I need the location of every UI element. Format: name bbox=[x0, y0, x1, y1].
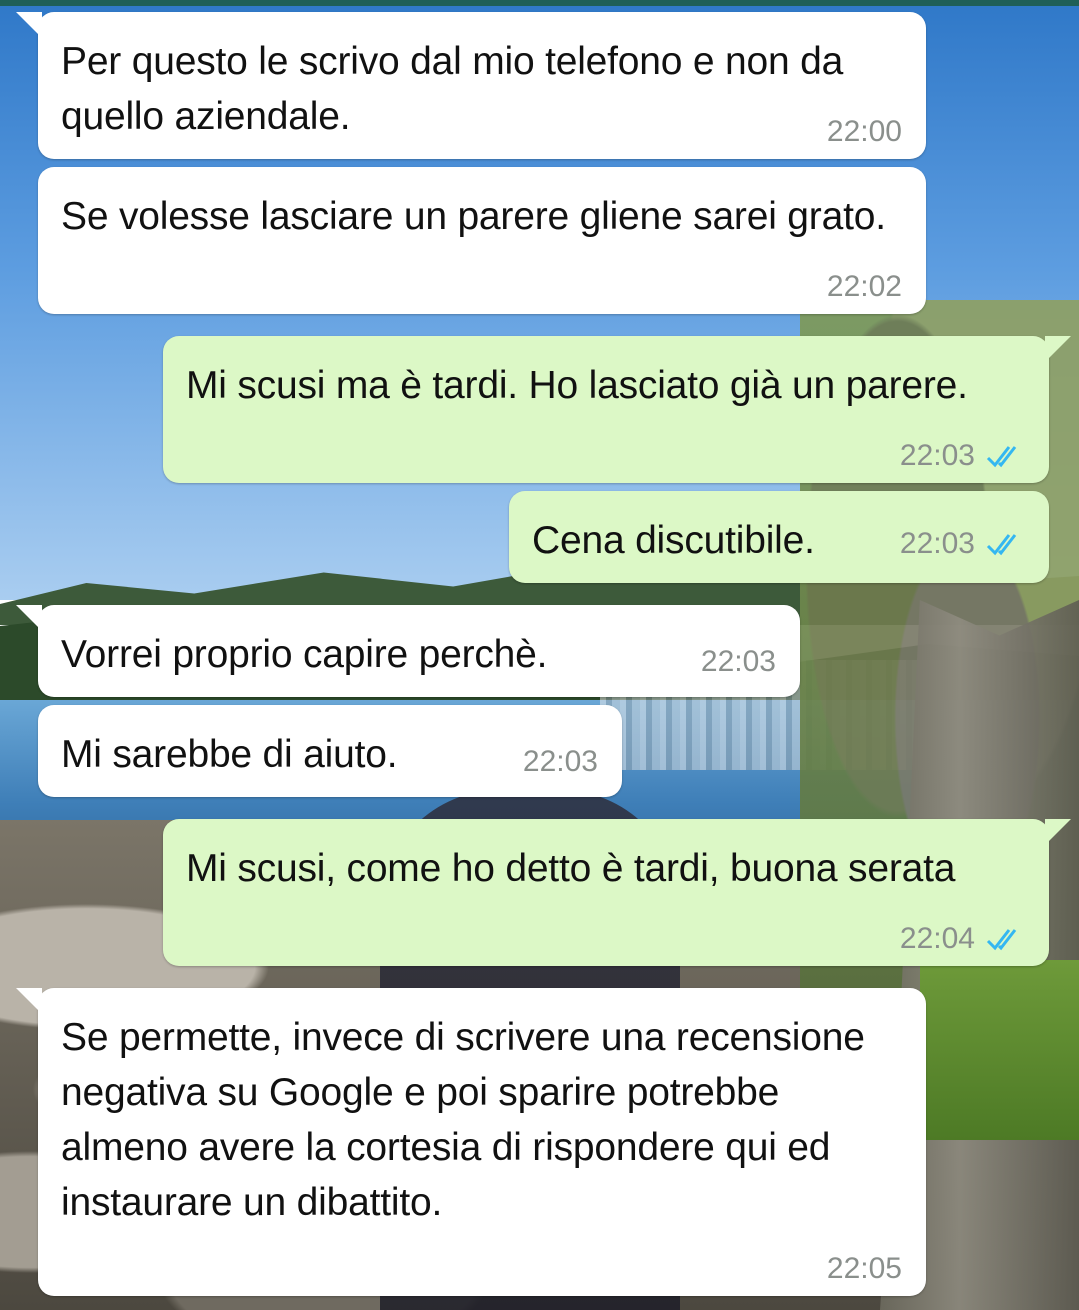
message-bubble-incoming[interactable]: Se permette, invece di scrivere una rece… bbox=[16, 988, 926, 1296]
message-text: Mi scusi, come ho detto è tardi, buona s… bbox=[186, 847, 956, 890]
message-text: Mi sarebbe di aiuto. bbox=[61, 733, 398, 776]
message-text: Per questo le scrivo dal mio telefono e … bbox=[61, 40, 844, 138]
message-text: Se volesse lasciare un parere gliene sar… bbox=[61, 195, 886, 238]
message-bubble-outgoing[interactable]: Cena discutibile. 22:03 bbox=[509, 491, 1049, 583]
message-bubble-incoming[interactable]: Mi sarebbe di aiuto. 22:03 bbox=[38, 705, 622, 797]
message-text: Se permette, invece di scrivere una rece… bbox=[61, 1016, 865, 1224]
message-timestamp: 22:04 bbox=[899, 922, 975, 955]
message-timestamp: 22:03 bbox=[899, 527, 975, 560]
double-check-icon bbox=[985, 443, 1025, 469]
message-timestamp: 22:03 bbox=[700, 645, 776, 678]
message-timestamp: 22:03 bbox=[522, 745, 598, 778]
message-timestamp: 22:02 bbox=[826, 270, 902, 303]
message-text: Vorrei proprio capire perchè. bbox=[61, 633, 548, 676]
message-timestamp: 22:05 bbox=[826, 1252, 902, 1285]
message-bubble-outgoing[interactable]: Mi scusi, come ho detto è tardi, buona s… bbox=[163, 819, 1071, 966]
double-check-icon bbox=[985, 531, 1025, 557]
double-check-icon bbox=[985, 926, 1025, 952]
message-timestamp: 22:03 bbox=[899, 439, 975, 472]
message-text: Mi scusi ma è tardi. Ho lasciato già un … bbox=[186, 364, 968, 407]
message-timestamp: 22:00 bbox=[826, 115, 902, 148]
message-bubble-outgoing[interactable]: Mi scusi ma è tardi. Ho lasciato già un … bbox=[163, 336, 1071, 483]
message-bubble-incoming[interactable]: Vorrei proprio capire perchè. 22:03 bbox=[16, 605, 800, 697]
message-list[interactable]: Per questo le scrivo dal mio telefono e … bbox=[0, 0, 1079, 1310]
message-bubble-incoming[interactable]: Se volesse lasciare un parere gliene sar… bbox=[38, 167, 926, 314]
message-bubble-incoming[interactable]: Per questo le scrivo dal mio telefono e … bbox=[16, 12, 926, 159]
